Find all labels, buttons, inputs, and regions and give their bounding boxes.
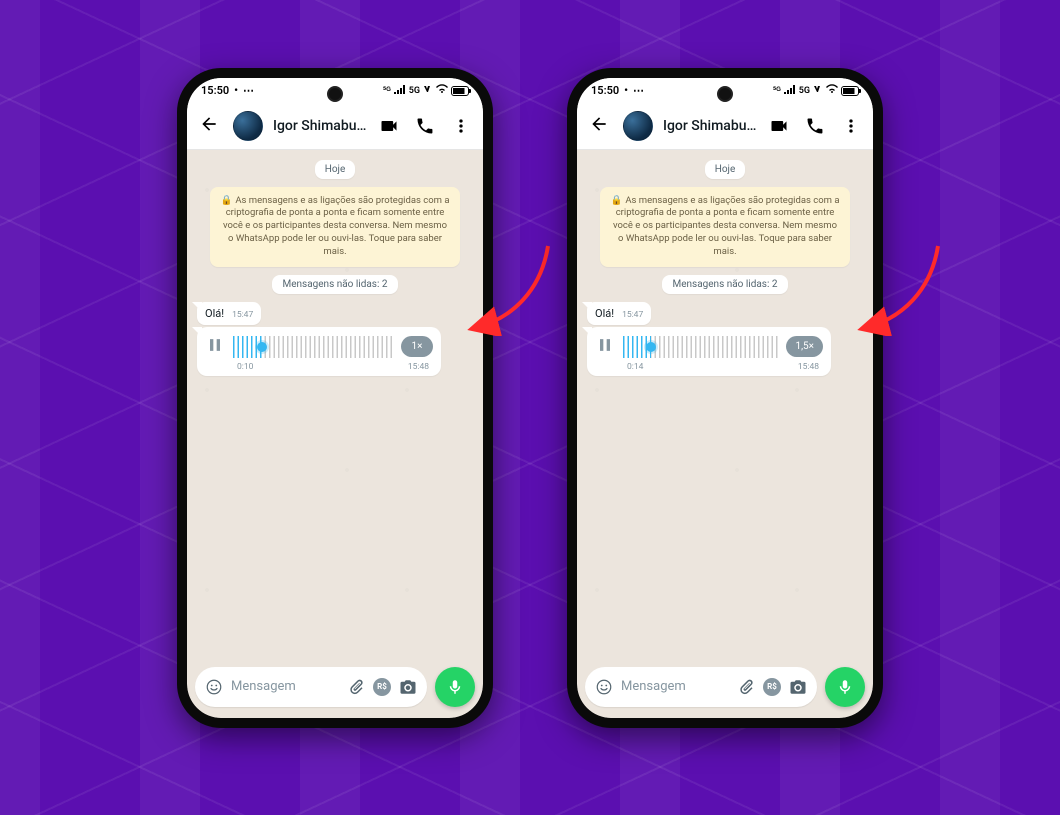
text-message-time: 15:47 (232, 310, 253, 320)
battery-icon (841, 86, 859, 96)
text-message[interactable]: Olá! 15:47 (197, 302, 261, 325)
more-menu-icon[interactable] (451, 116, 471, 136)
audio-elapsed: 0:14 (627, 362, 643, 372)
text-message-body: Olá! (595, 307, 614, 320)
status-dot-icon: • (234, 84, 238, 97)
audio-elapsed: 0:10 (237, 362, 253, 372)
phone-screen: 15:50 • ⋯ ⁵ᴳ 5G (187, 78, 483, 718)
video-call-icon[interactable] (769, 116, 789, 136)
network-label: 5G (799, 86, 810, 96)
volte-icon (423, 84, 433, 97)
phone-frame: 15:50 • ⋯ ⁵ᴳ 5G (177, 68, 493, 728)
contact-name[interactable]: Igor Shimabukuro (663, 118, 759, 134)
voice-message[interactable]: 1× 0:10 15:48 (197, 327, 441, 376)
date-pill: Hoje (315, 160, 356, 179)
signal-bars-icon (394, 84, 406, 97)
status-time: 15:50 (201, 84, 229, 97)
text-message-time: 15:47 (622, 310, 643, 320)
phone-frame: 15:50 • ⋯ ⁵ᴳ 5G (567, 68, 883, 728)
encryption-notice[interactable]: 🔒As mensagens e as ligações são protegid… (210, 187, 460, 267)
phone-1-wrap: 15:50 • ⋯ ⁵ᴳ 5G (177, 68, 493, 728)
camera-icon[interactable] (399, 678, 417, 696)
stage: 15:50 • ⋯ ⁵ᴳ 5G (0, 0, 1060, 795)
attach-icon[interactable] (737, 678, 755, 696)
message-input[interactable]: Mensagem R$ (195, 667, 427, 707)
avatar[interactable] (233, 111, 263, 141)
encryption-notice-text: As mensagens e as ligações são protegida… (613, 195, 840, 257)
network-label: 5G (409, 86, 420, 96)
voice-call-icon[interactable] (805, 116, 825, 136)
back-button[interactable] (585, 110, 613, 142)
video-call-icon[interactable] (379, 116, 399, 136)
playback-speed-button[interactable]: 1× (401, 336, 433, 357)
payment-icon[interactable]: R$ (763, 678, 781, 696)
avatar[interactable] (623, 111, 653, 141)
signal-alt-icon: ⁵ᴳ (773, 85, 781, 96)
audio-waveform[interactable] (233, 336, 393, 358)
text-message-body: Olá! (205, 307, 224, 320)
audio-playhead[interactable] (646, 342, 656, 352)
phone-2-wrap: 15:50 • ⋯ ⁵ᴳ 5G (567, 68, 883, 728)
emoji-icon[interactable] (205, 678, 223, 696)
status-bar: 15:50 • ⋯ ⁵ᴳ 5G (577, 78, 873, 104)
date-pill: Hoje (705, 160, 746, 179)
audio-timestamp: 15:48 (408, 362, 429, 372)
voice-call-icon[interactable] (415, 116, 435, 136)
pause-button[interactable] (595, 335, 615, 359)
chat-header: Igor Shimabukuro (187, 104, 483, 150)
audio-waveform[interactable] (623, 336, 778, 358)
message-input[interactable]: Mensagem R$ (585, 667, 817, 707)
composer: Mensagem R$ (577, 664, 873, 718)
chat-body[interactable]: Hoje 🔒As mensagens e as ligações são pro… (187, 150, 483, 664)
camera-icon[interactable] (789, 678, 807, 696)
message-placeholder: Mensagem (231, 679, 339, 694)
status-dot-icon: • (624, 84, 628, 97)
attach-icon[interactable] (347, 678, 365, 696)
mic-button[interactable] (825, 667, 865, 707)
encryption-notice-text: As mensagens e as ligações são protegida… (223, 195, 450, 257)
pause-button[interactable] (205, 335, 225, 359)
status-more-icon: ⋯ (243, 84, 254, 97)
volte-icon (813, 84, 823, 97)
status-more-icon: ⋯ (633, 84, 644, 97)
back-button[interactable] (195, 110, 223, 142)
phone-screen: 15:50 • ⋯ ⁵ᴳ 5G (577, 78, 873, 718)
audio-timestamp: 15:48 (798, 362, 819, 372)
battery-icon (451, 86, 469, 96)
lock-icon: 🔒 (220, 195, 232, 206)
unread-pill: Mensagens não lidas: 2 (272, 275, 397, 294)
status-bar: 15:50 • ⋯ ⁵ᴳ 5G (187, 78, 483, 104)
chat-header: Igor Shimabukuro (577, 104, 873, 150)
voice-message[interactable]: 1,5× 0:14 15:48 (587, 327, 831, 376)
signal-bars-icon (784, 84, 796, 97)
wifi-icon (826, 84, 838, 97)
audio-playhead[interactable] (257, 342, 267, 352)
playback-speed-button[interactable]: 1,5× (786, 336, 823, 357)
contact-name[interactable]: Igor Shimabukuro (273, 118, 369, 134)
message-placeholder: Mensagem (621, 679, 729, 694)
encryption-notice[interactable]: 🔒As mensagens e as ligações são protegid… (600, 187, 850, 267)
wifi-icon (436, 84, 448, 97)
more-menu-icon[interactable] (841, 116, 861, 136)
unread-pill: Mensagens não lidas: 2 (662, 275, 787, 294)
composer: Mensagem R$ (187, 664, 483, 718)
status-time: 15:50 (591, 84, 619, 97)
payment-icon[interactable]: R$ (373, 678, 391, 696)
mic-button[interactable] (435, 667, 475, 707)
emoji-icon[interactable] (595, 678, 613, 696)
lock-icon: 🔒 (610, 195, 622, 206)
signal-alt-icon: ⁵ᴳ (383, 85, 391, 96)
chat-body[interactable]: Hoje 🔒As mensagens e as ligações são pro… (577, 150, 873, 664)
text-message[interactable]: Olá! 15:47 (587, 302, 651, 325)
